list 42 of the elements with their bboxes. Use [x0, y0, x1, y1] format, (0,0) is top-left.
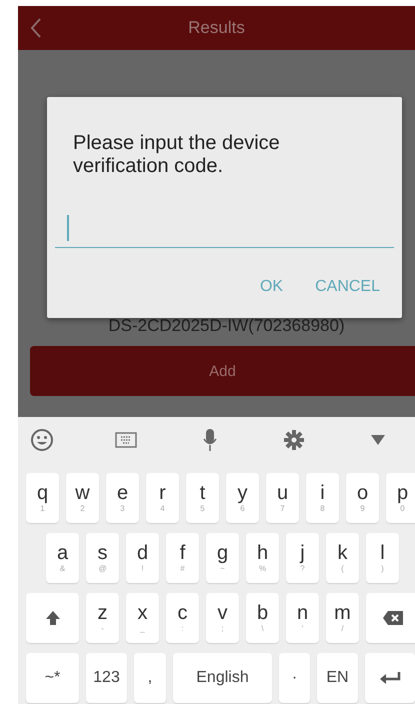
- key[interactable]: e 3: [106, 473, 139, 523]
- key[interactable]: r 4: [146, 473, 179, 523]
- key[interactable]: h %: [246, 533, 279, 583]
- key[interactable]: x _: [126, 593, 159, 643]
- key[interactable]: 123: [86, 653, 127, 703]
- key[interactable]: c :: [166, 593, 199, 643]
- key[interactable]: i 8: [306, 473, 339, 523]
- device-name: DS-2CD2025D-IW(702368980): [108, 316, 345, 336]
- key[interactable]: t 5: [186, 473, 219, 523]
- key[interactable]: p 0: [386, 473, 415, 523]
- key[interactable]: EN: [317, 653, 358, 703]
- key[interactable]: n ': [286, 593, 319, 643]
- key[interactable]: ,: [134, 653, 166, 703]
- key[interactable]: d !: [126, 533, 159, 583]
- key[interactable]: g ~: [206, 533, 239, 583]
- key[interactable]: u 7: [266, 473, 299, 523]
- key[interactable]: b \: [246, 593, 279, 643]
- key[interactable]: w 2: [66, 473, 99, 523]
- enter-icon: [379, 671, 401, 685]
- key[interactable]: s @: [86, 533, 119, 583]
- backspace-key[interactable]: [366, 593, 415, 643]
- key[interactable]: ·: [279, 653, 310, 703]
- key[interactable]: English: [173, 653, 272, 703]
- key[interactable]: ~*: [26, 653, 79, 703]
- backspace-icon: [382, 610, 404, 626]
- key[interactable]: f #: [166, 533, 199, 583]
- key[interactable]: l ): [366, 533, 399, 583]
- shift-key[interactable]: [26, 593, 79, 643]
- key[interactable]: y 6: [226, 473, 259, 523]
- key[interactable]: a &: [46, 533, 79, 583]
- key[interactable]: z -: [86, 593, 119, 643]
- key[interactable]: j ?: [286, 533, 319, 583]
- key[interactable]: k (: [326, 533, 359, 583]
- key[interactable]: o 9: [346, 473, 379, 523]
- back-icon[interactable]: [30, 18, 42, 38]
- screen-title: Results: [188, 18, 245, 38]
- key[interactable]: m /: [326, 593, 359, 643]
- shift-icon: [44, 610, 60, 626]
- dialog-message: Please input the device verification code.: [73, 132, 281, 178]
- key[interactable]: q 1: [26, 473, 59, 523]
- enter-key[interactable]: [365, 653, 415, 703]
- key[interactable]: v ;: [206, 593, 239, 643]
